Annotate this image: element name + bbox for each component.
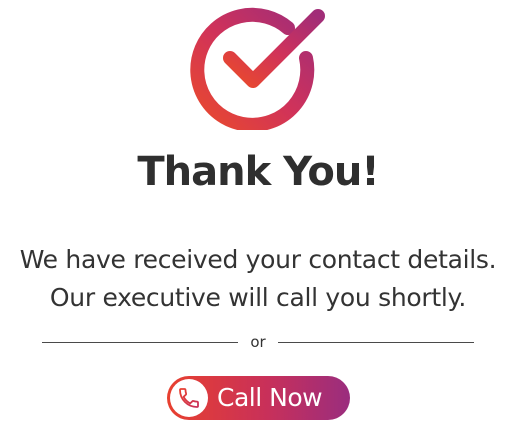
page-title: Thank You! [137, 149, 379, 195]
phone-badge [170, 379, 208, 417]
divider-line-right [278, 342, 474, 343]
divider-line-left [42, 342, 238, 343]
or-divider: or [42, 330, 474, 354]
divider-label: or [250, 333, 266, 351]
thank-you-panel: Thank You! We have received your contact… [0, 0, 516, 421]
confirmation-message-line-1: We have received your contact details. [19, 245, 497, 274]
phone-icon [179, 388, 199, 408]
check-circle-icon [190, 7, 325, 130]
confirmation-message-line-2: Our executive will call you shortly. [49, 283, 467, 312]
call-now-label: Call Now [217, 383, 323, 412]
call-now-button[interactable]: Call Now [167, 376, 350, 420]
